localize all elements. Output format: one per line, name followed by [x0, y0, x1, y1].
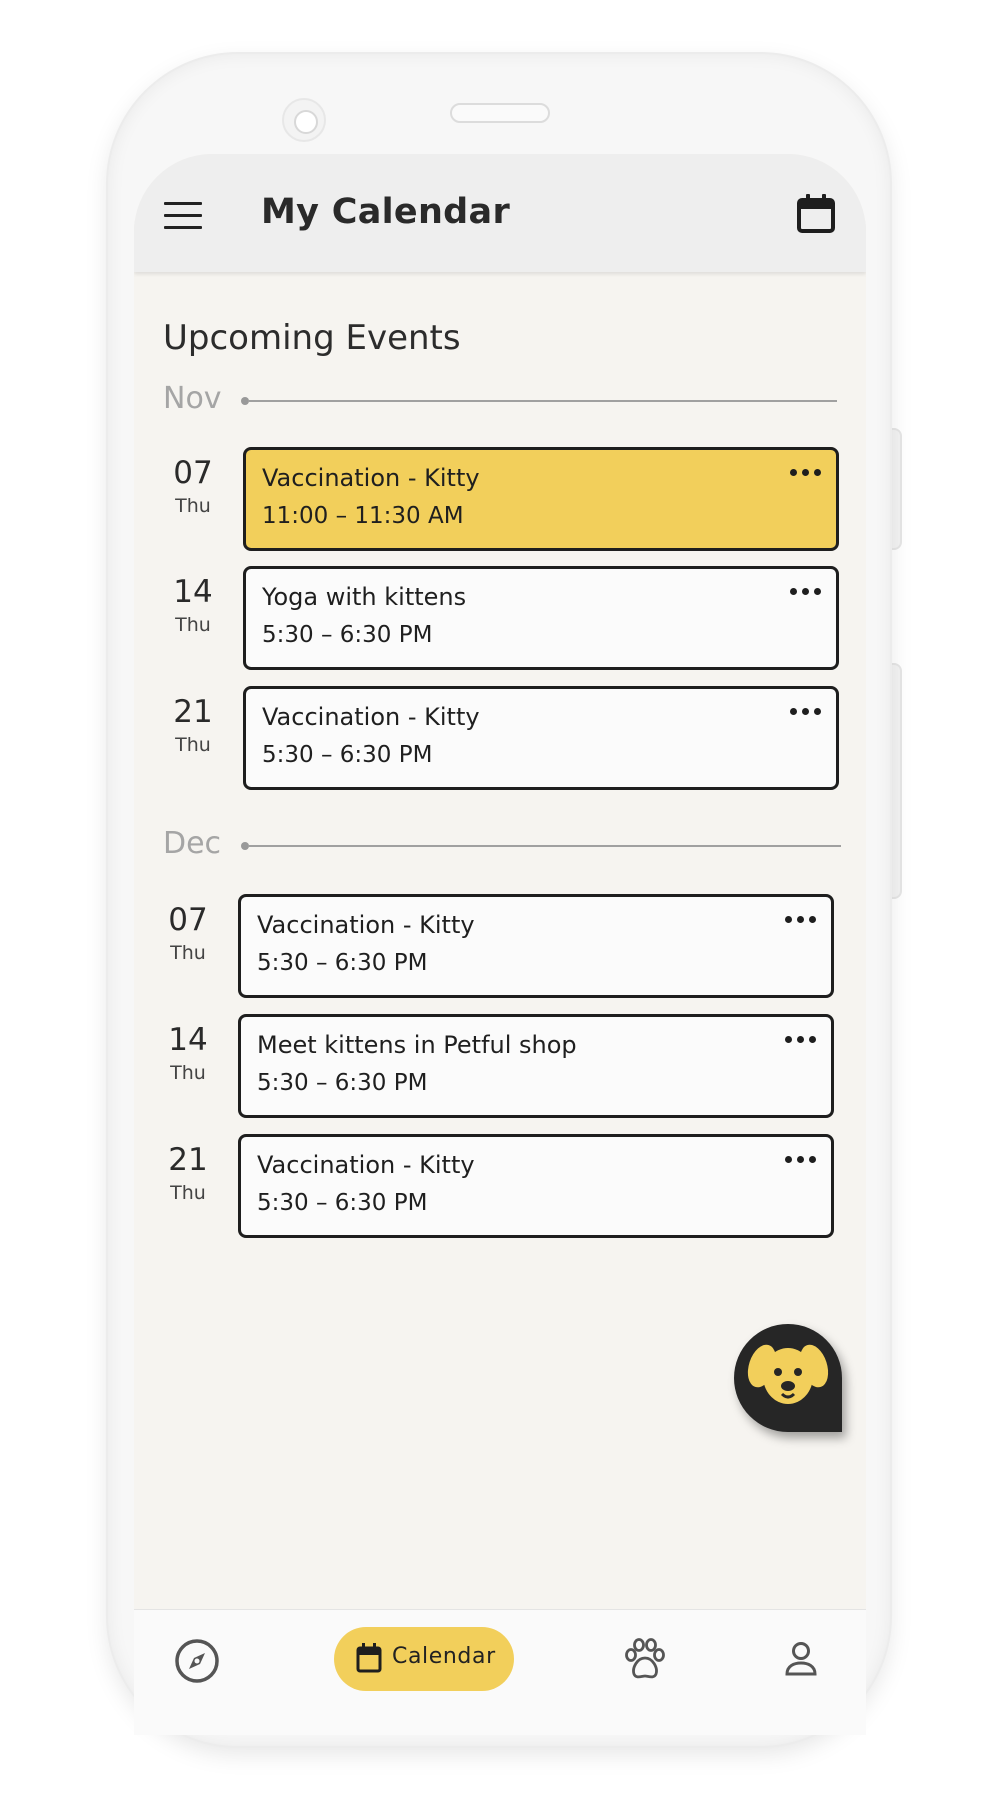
more-options-icon[interactable] — [783, 915, 819, 925]
nav-calendar-tab[interactable]: Calendar — [334, 1627, 514, 1691]
section-heading: Upcoming Events — [163, 318, 461, 358]
divider-line — [249, 845, 841, 847]
divider-dot — [241, 397, 249, 405]
event-title: Vaccination - Kitty — [257, 911, 475, 939]
volume-button — [888, 428, 902, 550]
front-camera — [282, 98, 326, 142]
event-title: Vaccination - Kitty — [262, 464, 480, 492]
pet-assistant-button[interactable] — [734, 1324, 842, 1432]
event-time: 5:30 – 6:30 PM — [257, 1070, 428, 1096]
event-day-number: 07 — [173, 455, 213, 491]
event-title: Meet kittens in Petful shop — [257, 1031, 577, 1059]
divider-dot — [241, 842, 249, 850]
event-card[interactable]: Meet kittens in Petful shop 5:30 – 6:30 … — [238, 1014, 834, 1118]
event-day-number: 07 — [168, 902, 208, 938]
event-card[interactable]: Vaccination - Kitty 5:30 – 6:30 PM — [238, 894, 834, 998]
event-day-name: Thu — [175, 495, 211, 517]
dog-face-icon — [747, 1344, 829, 1404]
event-day-number: 21 — [173, 694, 213, 730]
event-time: 5:30 – 6:30 PM — [262, 742, 433, 768]
event-day-name: Thu — [175, 614, 211, 636]
event-title: Vaccination - Kitty — [257, 1151, 475, 1179]
month-divider: Nov — [163, 381, 863, 417]
event-time: 11:00 – 11:30 AM — [262, 503, 464, 529]
event-day-number: 14 — [168, 1022, 208, 1058]
event-title: Vaccination - Kitty — [262, 703, 480, 731]
app-bar: My Calendar — [134, 154, 866, 272]
person-icon[interactable] — [780, 1638, 822, 1680]
more-options-icon[interactable] — [788, 707, 824, 717]
compass-icon[interactable] — [174, 1638, 220, 1684]
event-day-name: Thu — [175, 734, 211, 756]
event-card[interactable]: Vaccination - Kitty 5:30 – 6:30 PM — [243, 686, 839, 790]
month-label: Dec — [163, 826, 222, 861]
more-options-icon[interactable] — [788, 587, 824, 597]
event-day-name: Thu — [170, 1182, 206, 1204]
power-button — [888, 663, 902, 899]
month-label: Nov — [163, 381, 222, 416]
event-time: 5:30 – 6:30 PM — [262, 622, 433, 648]
event-title: Yoga with kittens — [262, 583, 467, 611]
hamburger-menu-icon[interactable] — [164, 202, 202, 230]
paw-icon[interactable] — [622, 1636, 668, 1682]
more-options-icon[interactable] — [788, 468, 824, 478]
event-card[interactable]: Vaccination - Kitty 5:30 – 6:30 PM — [238, 1134, 834, 1238]
event-day-number: 14 — [173, 574, 213, 610]
more-options-icon[interactable] — [783, 1035, 819, 1045]
event-day-name: Thu — [170, 1062, 206, 1084]
bottom-navigation: Calendar — [134, 1609, 866, 1735]
nav-calendar-label: Calendar — [392, 1644, 496, 1669]
event-time: 5:30 – 6:30 PM — [257, 950, 428, 976]
month-divider: Dec — [163, 826, 863, 862]
event-day-number: 21 — [168, 1142, 208, 1178]
event-day-name: Thu — [170, 942, 206, 964]
earpiece-speaker — [450, 103, 550, 123]
app-screen: My Calendar Upcoming Events Nov 07 Thu V… — [134, 154, 866, 1609]
page-title: My Calendar — [261, 192, 511, 232]
divider-line — [249, 400, 837, 402]
more-options-icon[interactable] — [783, 1155, 819, 1165]
event-card[interactable]: Vaccination - Kitty 11:00 – 11:30 AM — [243, 447, 839, 551]
event-card[interactable]: Yoga with kittens 5:30 – 6:30 PM — [243, 566, 839, 670]
calendar-icon[interactable] — [796, 192, 836, 234]
calendar-icon — [356, 1643, 382, 1673]
event-time: 5:30 – 6:30 PM — [257, 1190, 428, 1216]
